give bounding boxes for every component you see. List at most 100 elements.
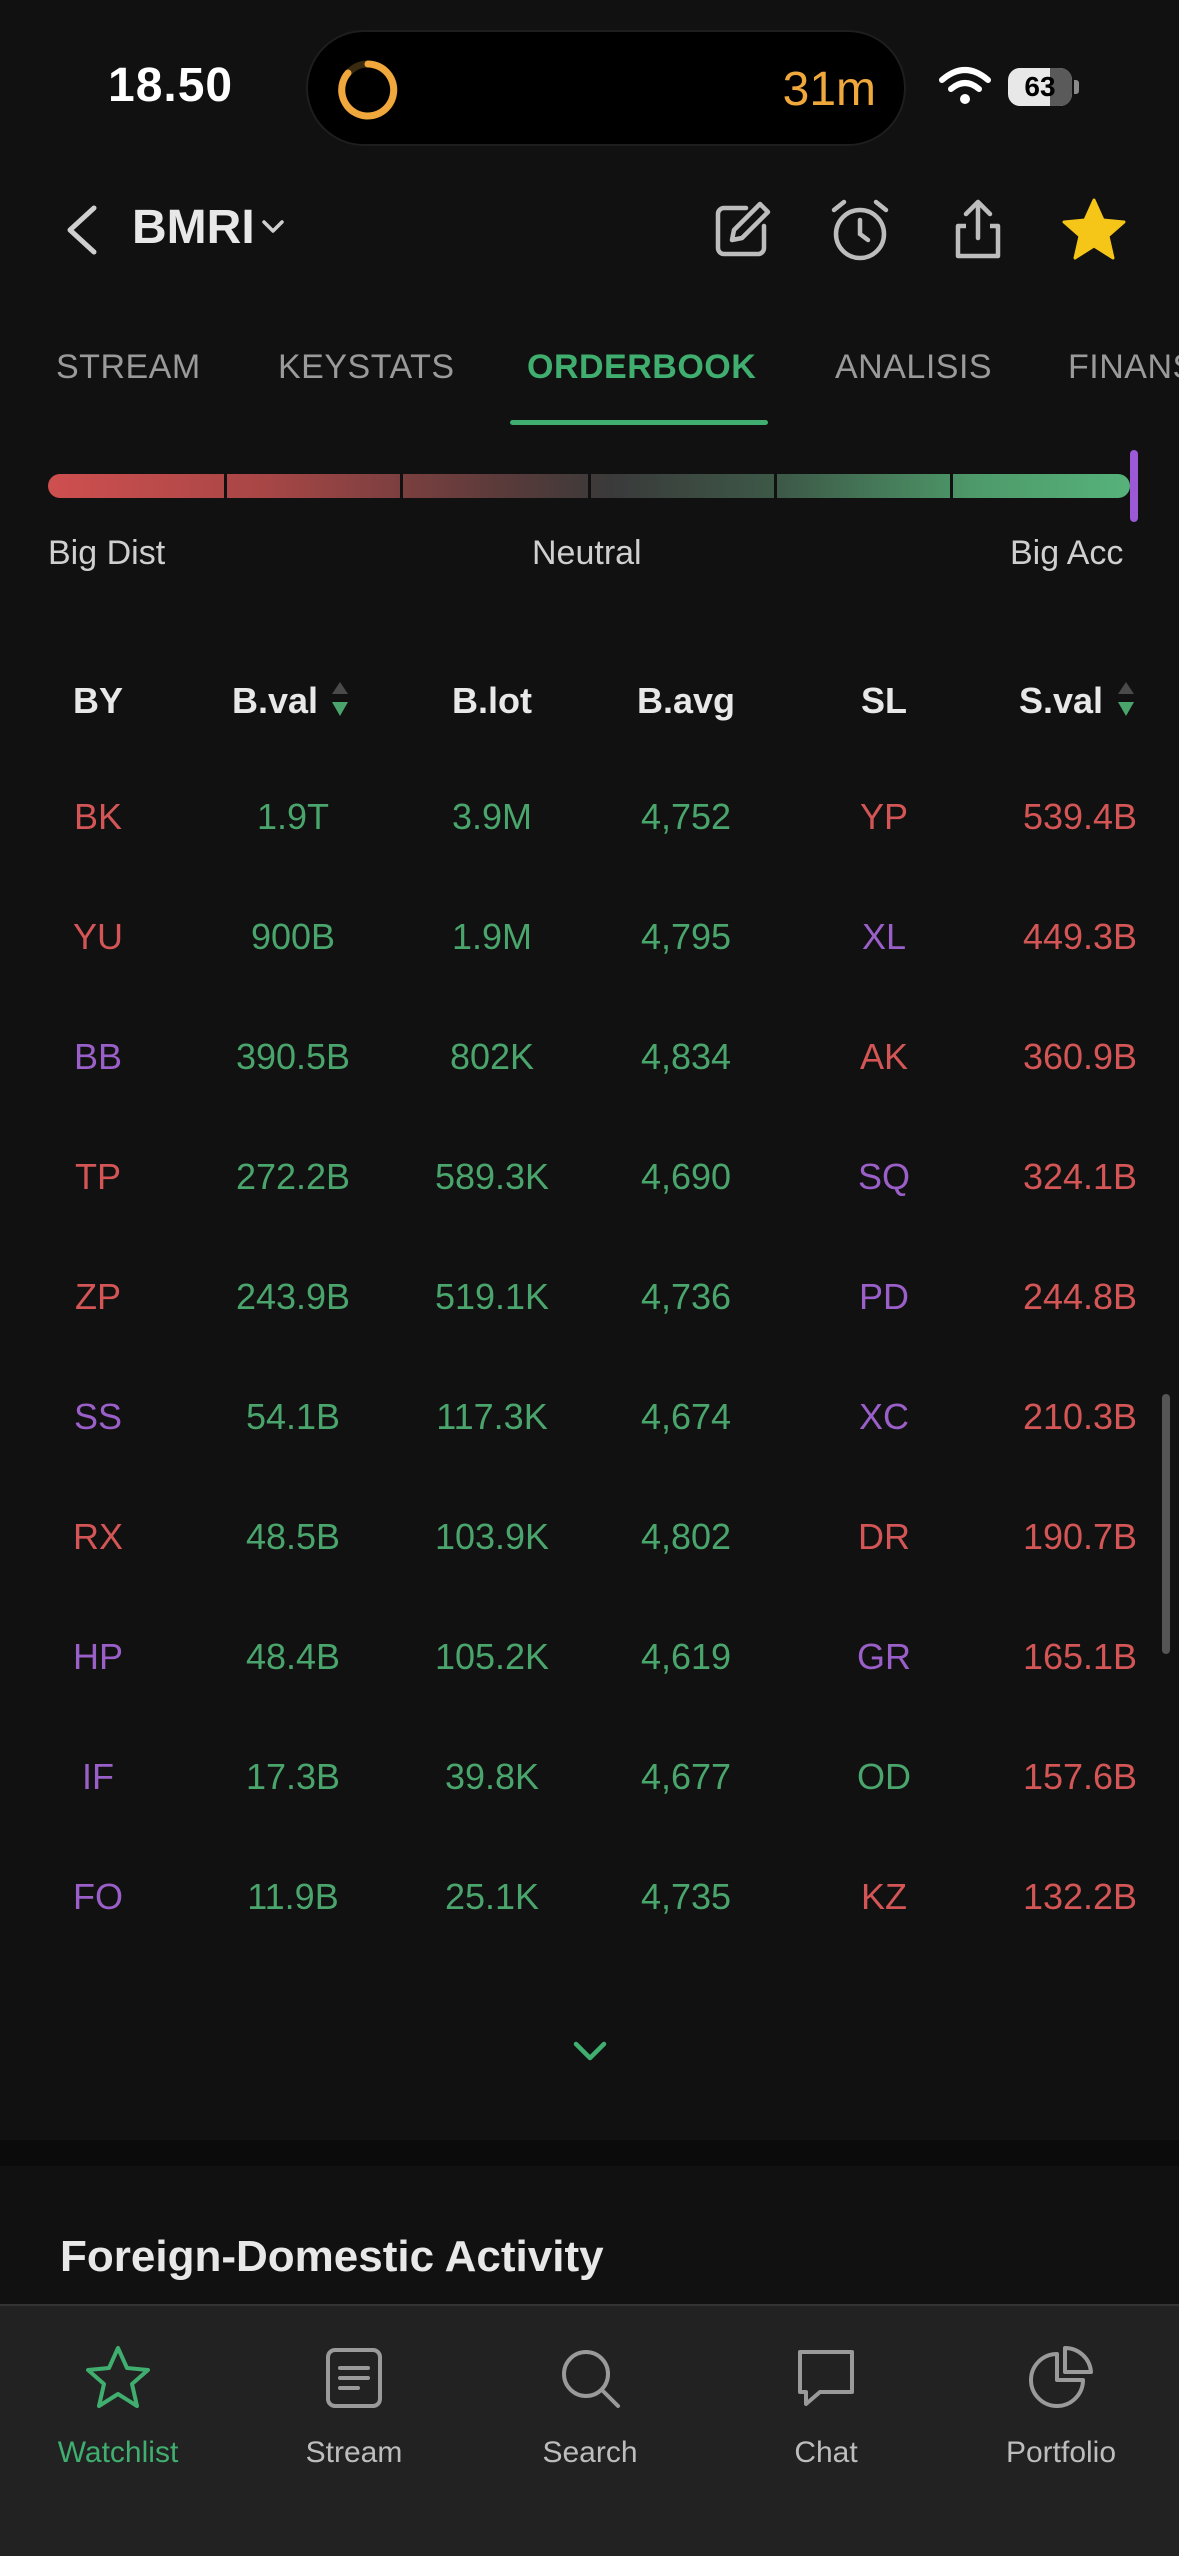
buy-value: 900B (250, 916, 336, 957)
buy-avg: 4,677 (640, 1756, 732, 1797)
buy-avg: 4,795 (640, 916, 732, 957)
sell-value: 539.4B (1022, 796, 1138, 837)
star-icon[interactable] (1058, 194, 1130, 266)
nav-watchlist[interactable]: Watchlist (0, 2326, 236, 2506)
buy-lot: 117.3K (436, 1396, 548, 1437)
activity-timer-text: 31m (782, 63, 876, 116)
seller-code[interactable]: XC (822, 1396, 946, 1438)
back-icon[interactable] (54, 198, 114, 262)
col-header-bavg[interactable]: B.avg (600, 680, 772, 722)
buy-lot: 25.1K (444, 1876, 540, 1917)
scrollbar[interactable] (1162, 1394, 1170, 1654)
sell-value: 157.6B (1022, 1756, 1138, 1797)
table-row[interactable]: HP 48.4B 105.2K 4,619 GR 165.1B (0, 1616, 1179, 1706)
expand-chevron-icon[interactable] (568, 2030, 612, 2074)
nav-label: Search (542, 2436, 638, 2469)
seller-code[interactable]: YP (822, 796, 946, 838)
table-row[interactable]: RX 48.5B 103.9K 4,802 DR 190.7B (0, 1496, 1179, 1586)
nav-label: Stream (305, 2436, 403, 2469)
col-header-by[interactable]: BY (38, 680, 158, 722)
buy-value: 272.2B (235, 1156, 351, 1197)
search-icon (562, 2350, 620, 2408)
sell-value: 244.8B (1022, 1276, 1138, 1317)
nav-label: Chat (794, 2436, 858, 2469)
tab-keystats[interactable]: KEYSTATS (278, 348, 455, 387)
buyer-code[interactable]: FO (38, 1876, 158, 1918)
col-header-sval[interactable]: S.val (990, 680, 1132, 722)
table-row[interactable]: FO 11.9B 25.1K 4,735 KZ 132.2B (0, 1856, 1179, 1946)
seller-code[interactable]: KZ (822, 1876, 946, 1918)
section-title: Foreign-Domestic Activity (60, 2232, 604, 2281)
nav-portfolio[interactable]: Portfolio (943, 2326, 1179, 2506)
tab-orderbook[interactable]: ORDERBOOK (527, 348, 756, 387)
buy-lot: 1.9M (451, 916, 533, 957)
table-row[interactable]: ZP 243.9B 519.1K 4,736 PD 244.8B (0, 1256, 1179, 1346)
nav-search[interactable]: Search (472, 2326, 708, 2506)
table-row[interactable]: BK 1.9T 3.9M 4,752 YP 539.4B (0, 776, 1179, 866)
col-header-sl[interactable]: SL (822, 680, 946, 722)
seller-code[interactable]: XL (822, 916, 946, 958)
accumulation-gauge (48, 474, 1130, 498)
table-row[interactable]: IF 17.3B 39.8K 4,677 OD 157.6B (0, 1736, 1179, 1826)
status-bar: 18.50 31m 63 (0, 0, 1179, 170)
battery-level: 63 (1024, 71, 1056, 102)
buyer-code[interactable]: IF (38, 1756, 158, 1798)
buyer-code[interactable]: ZP (38, 1276, 158, 1318)
seller-code[interactable]: DR (822, 1516, 946, 1558)
buyer-code[interactable]: HP (38, 1636, 158, 1678)
alarm-icon[interactable] (824, 194, 896, 266)
seller-code[interactable]: SQ (822, 1156, 946, 1198)
buyer-code[interactable]: SS (38, 1396, 158, 1438)
seller-code[interactable]: GR (822, 1636, 946, 1678)
share-icon[interactable] (942, 194, 1014, 266)
col-header-blot[interactable]: B.lot (400, 680, 584, 722)
sell-value: 190.7B (1022, 1516, 1138, 1557)
gauge-label-neutral: Neutral (532, 534, 642, 572)
chevron-down-icon[interactable] (258, 212, 288, 242)
buy-avg: 4,736 (640, 1276, 732, 1317)
sell-value: 210.3B (1022, 1396, 1138, 1437)
tab-stream[interactable]: STREAM (56, 348, 201, 387)
buy-avg: 4,619 (640, 1636, 732, 1677)
dynamic-island[interactable]: 31m (306, 30, 906, 146)
nav-label: Watchlist (57, 2436, 179, 2469)
buy-lot: 39.8K (444, 1756, 540, 1797)
nav-chat[interactable]: Chat (708, 2326, 944, 2506)
tab-analisis[interactable]: ANALISIS (835, 348, 992, 387)
buy-lot: 802K (449, 1036, 535, 1077)
sort-icon[interactable] (328, 676, 352, 720)
buy-avg: 4,690 (640, 1156, 732, 1197)
seller-code[interactable]: AK (822, 1036, 946, 1078)
stock-header: BMRI (0, 180, 1179, 280)
buyer-code[interactable]: BK (38, 796, 158, 838)
buyer-code[interactable]: TP (38, 1156, 158, 1198)
edit-icon[interactable] (706, 194, 778, 266)
nav-stream[interactable]: Stream (236, 2326, 472, 2506)
table-row[interactable]: YU 900B 1.9M 4,795 XL 449.3B (0, 896, 1179, 986)
sell-value: 360.9B (1022, 1036, 1138, 1077)
buy-value: 17.3B (245, 1756, 341, 1797)
stream-icon (326, 2348, 382, 2408)
timer-icon (338, 60, 398, 120)
buyer-code[interactable]: YU (38, 916, 158, 958)
table-row[interactable]: SS 54.1B 117.3K 4,674 XC 210.3B (0, 1376, 1179, 1466)
buy-avg: 4,735 (640, 1876, 732, 1917)
buyer-code[interactable]: BB (38, 1036, 158, 1078)
buy-lot: 103.9K (434, 1516, 550, 1557)
buy-value: 54.1B (245, 1396, 341, 1437)
sell-value: 165.1B (1022, 1636, 1138, 1677)
buyer-code[interactable]: RX (38, 1516, 158, 1558)
section-divider (0, 2140, 1179, 2166)
seller-code[interactable]: PD (822, 1276, 946, 1318)
tab-finans[interactable]: FINANS (1068, 348, 1179, 387)
seller-code[interactable]: OD (822, 1756, 946, 1798)
table-row[interactable]: BB 390.5B 802K 4,834 AK 360.9B (0, 1016, 1179, 1106)
buy-lot: 3.9M (451, 796, 533, 837)
buy-avg: 4,674 (640, 1396, 732, 1437)
buy-value: 1.9T (256, 796, 330, 837)
buy-lot: 589.3K (434, 1156, 550, 1197)
sort-icon[interactable] (1114, 676, 1138, 720)
ticker-symbol[interactable]: BMRI (132, 200, 255, 255)
table-row[interactable]: TP 272.2B 589.3K 4,690 SQ 324.1B (0, 1136, 1179, 1226)
status-time: 18.50 (108, 59, 234, 112)
